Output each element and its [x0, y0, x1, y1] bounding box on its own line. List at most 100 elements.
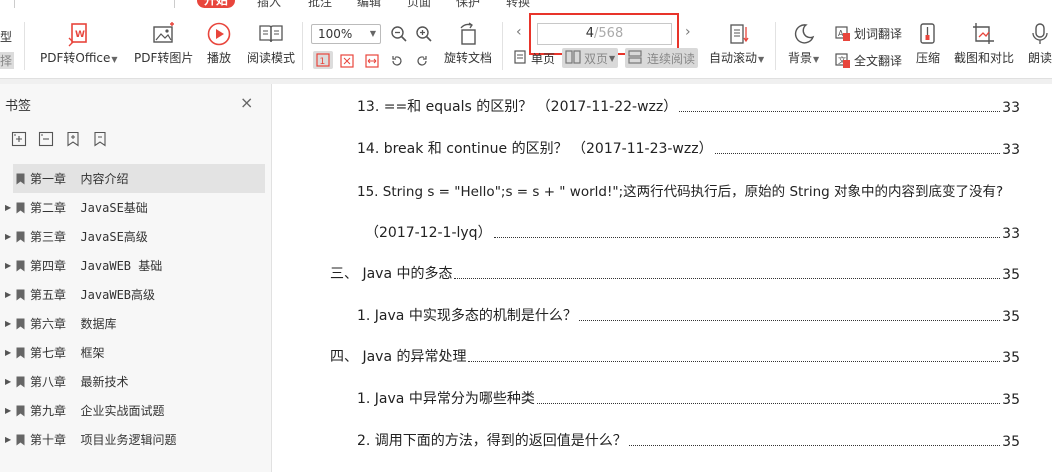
compress-button[interactable]: 压缩	[915, 21, 941, 65]
bookmark-icon	[16, 318, 25, 329]
background-button[interactable]: 背景▼	[788, 21, 819, 67]
expand-arrow-icon[interactable]: ▶	[5, 348, 11, 357]
expand-arrow-icon[interactable]: ▶	[5, 377, 11, 386]
bookmark-item[interactable]: 第一章 内容介绍	[13, 164, 265, 193]
actual-size-icon[interactable]: 1	[313, 51, 333, 69]
fit-width-icon[interactable]	[365, 53, 379, 72]
bookmark-item[interactable]: ▶ 第十章 项目业务逻辑问题	[0, 425, 272, 454]
tab-page[interactable]: 页面	[407, 0, 431, 8]
toc-entry[interactable]: （2017-12-1-lyq） 33	[365, 222, 1020, 242]
rotate-right-icon[interactable]	[415, 53, 429, 72]
zoom-out-icon[interactable]	[390, 25, 408, 47]
full-translate-label: 全文翻译	[854, 54, 903, 68]
word-translate-label: 划词翻译	[854, 27, 903, 41]
zoom-in-icon[interactable]	[415, 25, 433, 47]
tab-protect[interactable]: 保护	[456, 0, 480, 8]
bookmark-item[interactable]: ▶ 第二章 JavaSE基础	[0, 193, 272, 222]
expand-arrow-icon[interactable]: ▶	[5, 290, 11, 299]
moon-icon	[791, 21, 817, 47]
toc-entry[interactable]: 14. break 和 continue 的区别？ （2017-11-23-wz…	[357, 138, 1020, 158]
toc-entry[interactable]: 15. String s = "Hello";s = s + " world!"…	[357, 180, 1020, 200]
toc-entry-page: 35	[1002, 392, 1020, 408]
tab-start[interactable]: 开始	[197, 0, 236, 8]
bookmark-icon	[16, 405, 25, 416]
play-label: 播放	[206, 51, 231, 65]
expand-all-icon[interactable]	[10, 130, 28, 148]
menu-separator	[14, 0, 15, 8]
single-page-button[interactable]: 单页	[511, 48, 558, 68]
document-view[interactable]: 13. ==和 equals 的区别？ （2017-11-22-wzz） 33 …	[273, 84, 1052, 472]
continuous-read-button[interactable]: 连续阅读	[625, 48, 699, 68]
word-translate-button[interactable]: A 划词翻译	[835, 25, 902, 42]
double-page-button[interactable]: 双页 ▼	[562, 48, 619, 68]
full-translate-button[interactable]: 文 全文翻译	[835, 52, 902, 69]
bookmark-item[interactable]: ▶ 第八章 最新技术	[0, 367, 272, 396]
expand-arrow-icon[interactable]: ▶	[5, 319, 11, 328]
tab-insert[interactable]: 插入	[257, 0, 281, 8]
pdf-to-image-label: PDF转图片	[134, 51, 194, 65]
bookmark-icon	[16, 347, 25, 358]
rotate-left-icon[interactable]	[390, 53, 404, 72]
tab-comment[interactable]: 批注	[308, 0, 332, 8]
compress-icon	[915, 21, 941, 47]
auto-scroll-icon	[724, 21, 750, 47]
toc-entry[interactable]: 1. Java 中实现多态的机制是什么？ 35	[357, 305, 1020, 325]
tab-edit[interactable]: 编辑	[357, 0, 381, 8]
toc-entry[interactable]: 三、 Java 中的多态 35	[330, 263, 1020, 283]
toc-entry[interactable]: 1. Java 中异常分为哪些种类 35	[357, 388, 1020, 408]
bookmark-item[interactable]: ▶ 第三章 JavaSE高级	[0, 222, 272, 251]
fit-page-icon[interactable]	[340, 53, 354, 72]
toc-entry-page: 33	[1002, 100, 1020, 116]
delete-bookmark-icon[interactable]	[91, 130, 109, 148]
bookmark-item[interactable]: ▶ 第六章 数据库	[0, 309, 272, 338]
next-page-icon[interactable]: ›	[685, 24, 691, 40]
bookmark-panel-title: 书签	[5, 99, 32, 114]
pdf-to-office-button[interactable]: W PDF转Office▼	[40, 21, 118, 67]
toc-entry-text: 14. break 和 continue 的区别？ （2017-11-23-wz…	[357, 141, 713, 157]
toc-entry-text: （2017-12-1-lyq）	[365, 225, 492, 241]
bookmark-icon	[16, 202, 25, 213]
expand-arrow-icon[interactable]: ▶	[5, 435, 11, 444]
bookmark-label: 第二章 JavaSE基础	[30, 201, 148, 215]
bookmark-icon	[16, 260, 25, 271]
bookmark-list: 第一章 内容介绍 ▶ 第二章 JavaSE基础 ▶ 第三章 JavaSE高级 ▶…	[0, 164, 272, 454]
expand-arrow-icon[interactable]: ▶	[5, 261, 11, 270]
tab-convert[interactable]: 转换	[506, 0, 530, 8]
expand-arrow-icon[interactable]: ▶	[5, 232, 11, 241]
bookmark-item[interactable]: ▶ 第五章 JavaWEB高级	[0, 280, 272, 309]
play-button[interactable]: 播放	[206, 21, 232, 65]
bookmark-item[interactable]: ▶ 第七章 框架	[0, 338, 272, 367]
single-page-icon	[514, 49, 528, 67]
toc-leader-dots	[714, 153, 1001, 154]
toc-leader-dots	[454, 278, 1001, 279]
collapse-all-icon[interactable]	[37, 130, 55, 148]
toc-entry[interactable]: 13. ==和 equals 的区别？ （2017-11-22-wzz） 33	[357, 96, 1020, 116]
read-aloud-button[interactable]: 朗读	[1027, 21, 1052, 65]
rotate-doc-button[interactable]: 旋转文档	[444, 21, 492, 65]
toc-entry[interactable]: 2. 调用下面的方法，得到的返回值是什么？ 35	[357, 430, 1020, 450]
bookmark-item[interactable]: ▶ 第四章 JavaWEB 基础	[0, 251, 272, 280]
toc-entry-text: 1. Java 中实现多态的机制是什么？	[357, 308, 577, 324]
toc-entry-text: 三、 Java 中的多态	[330, 266, 453, 282]
cut-label-bottom[interactable]: 择	[0, 52, 15, 69]
toc-leader-dots	[536, 403, 1001, 404]
read-mode-button[interactable]: 阅读模式	[247, 21, 295, 65]
bookmark-label: 第九章 企业实战面试题	[30, 404, 165, 418]
bookmark-icon	[16, 376, 25, 387]
expand-arrow-icon[interactable]: ▶	[5, 203, 11, 212]
pdf-reader-window: 开始 插入 批注 编辑 页面 保护 转换 型 择 W PDF转Office▼ P…	[0, 0, 1052, 472]
close-icon[interactable]: ×	[240, 93, 253, 112]
auto-scroll-button[interactable]: 自动滚动▼	[709, 21, 764, 67]
svg-text:W: W	[75, 30, 85, 40]
expand-arrow-icon[interactable]: ▶	[5, 406, 11, 415]
screenshot-compare-button[interactable]: 截图和对比	[954, 21, 1014, 65]
add-bookmark-icon[interactable]	[64, 130, 82, 148]
toc-entry-page: 33	[1002, 226, 1020, 242]
menu-bar: 开始 插入 批注 编辑 页面 保护 转换	[0, 0, 1052, 8]
zoom-select[interactable]: 100% ▼	[311, 24, 381, 44]
toc-entry[interactable]: 四、 Java 的异常处理 35	[330, 346, 1020, 366]
prev-page-icon[interactable]: ‹	[516, 24, 522, 40]
cut-label-top[interactable]: 型	[0, 28, 12, 45]
bookmark-item[interactable]: ▶ 第九章 企业实战面试题	[0, 396, 272, 425]
pdf-to-image-button[interactable]: PDF转图片	[134, 21, 193, 65]
